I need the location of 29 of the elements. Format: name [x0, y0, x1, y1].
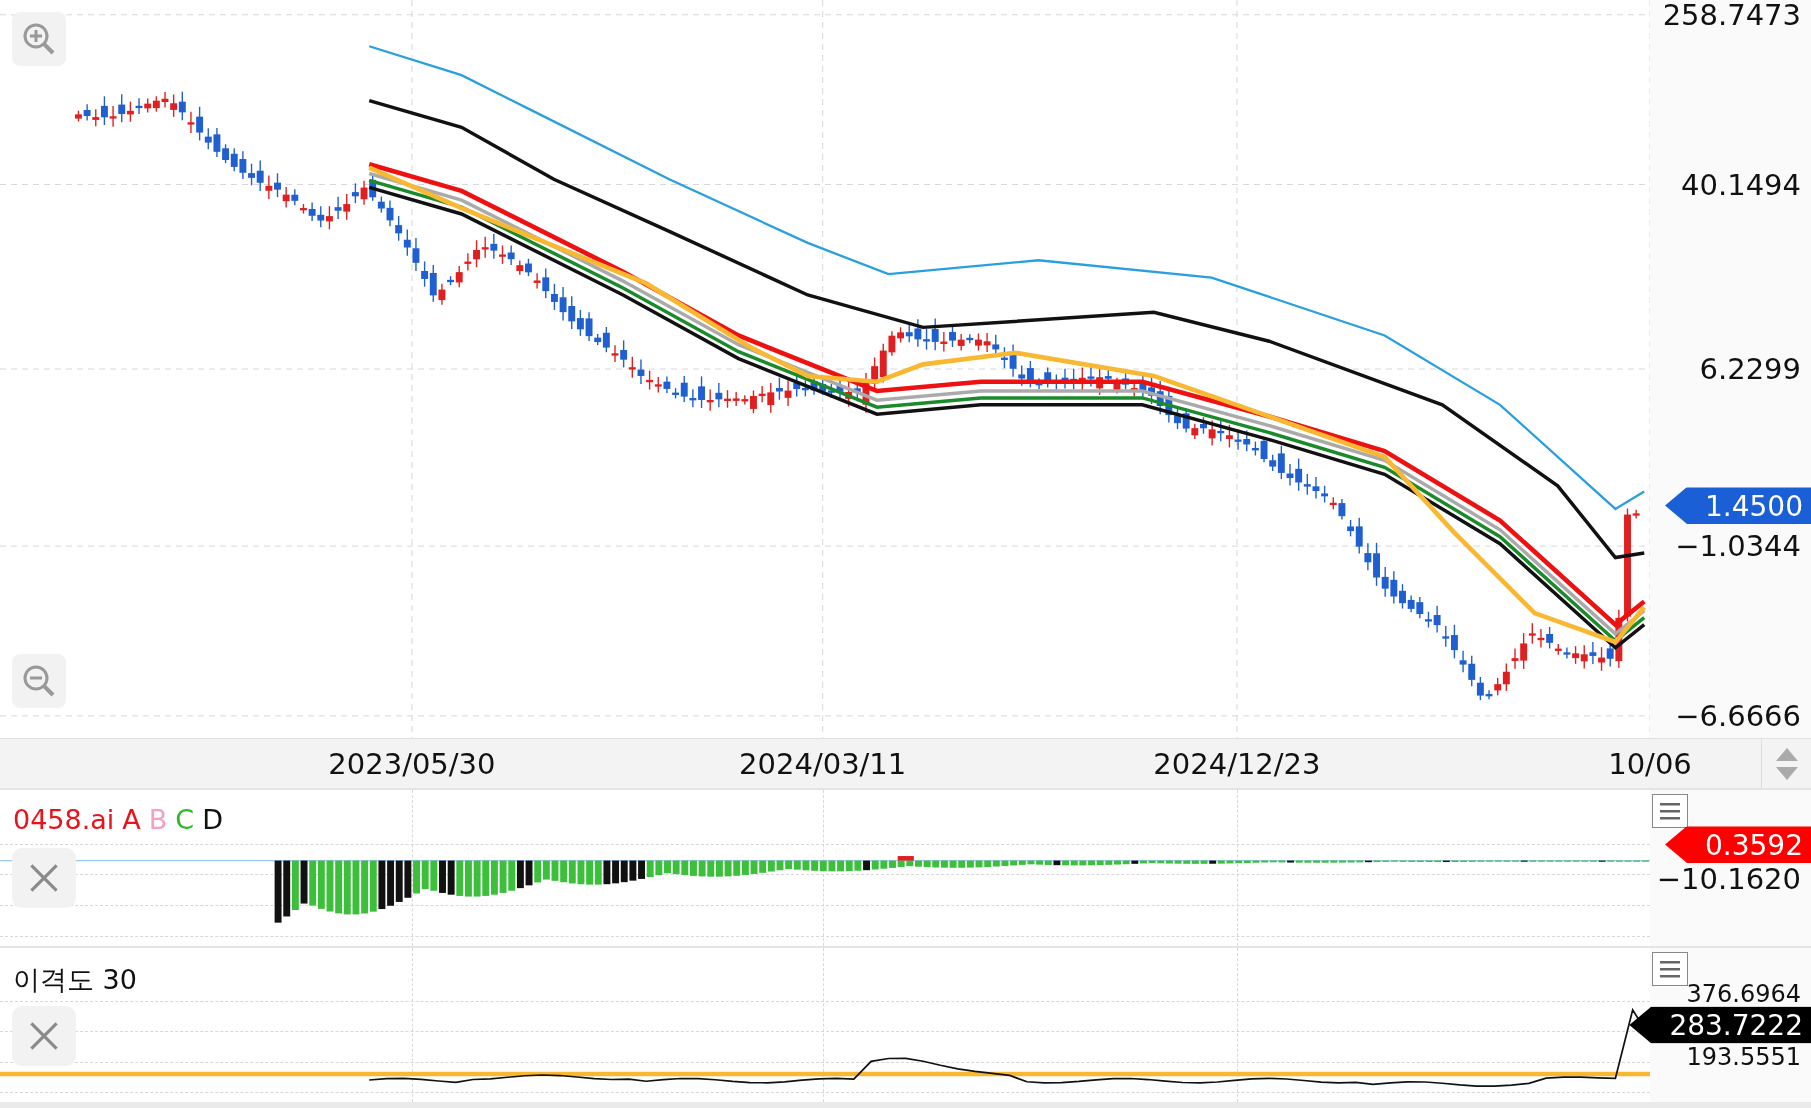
- price-axis-label: −1.0344: [1675, 529, 1801, 564]
- date-axis-label: 2024/12/23: [1153, 746, 1321, 781]
- menu-button[interactable]: [1652, 952, 1688, 986]
- current-value-tag: 0.3592: [1665, 826, 1811, 864]
- price-axis-label: 258.7473: [1662, 0, 1801, 32]
- indicator-title: 이격도 30: [13, 963, 137, 997]
- indicator-title: C: [175, 804, 195, 835]
- close-button[interactable]: [12, 1006, 76, 1066]
- price-axis-label: −6.6666: [1675, 698, 1801, 733]
- date-axis-label: 10/06: [1608, 746, 1692, 781]
- date-axis-label: 2023/05/30: [328, 746, 496, 781]
- close-button[interactable]: [12, 848, 76, 908]
- indicator-title: D: [202, 804, 223, 835]
- price-axis-label: 6.2299: [1699, 352, 1801, 386]
- zoom-out-icon[interactable]: [12, 654, 66, 708]
- axis-label: 376.6964: [1686, 980, 1801, 1009]
- indicator-title: B: [148, 804, 168, 835]
- current-value-tag: 283.7222: [1629, 1006, 1811, 1044]
- zoom-in-icon[interactable]: [12, 12, 66, 66]
- menu-icon: [1658, 801, 1682, 821]
- axis-label: −10.1620: [1656, 861, 1801, 896]
- date-axis-label: 2024/03/11: [739, 746, 907, 781]
- menu-icon: [1658, 959, 1682, 979]
- menu-button[interactable]: [1652, 794, 1688, 828]
- indicator-title: 0458.ai: [13, 804, 115, 835]
- current-price-tag: 1.4500: [1665, 487, 1811, 524]
- price-axis-label: 40.1494: [1681, 167, 1801, 202]
- indicator-title: A: [122, 804, 141, 835]
- axis-label: 193.5551: [1686, 1043, 1801, 1072]
